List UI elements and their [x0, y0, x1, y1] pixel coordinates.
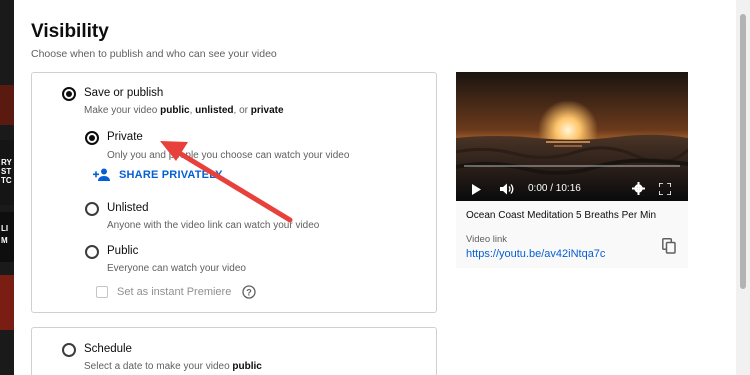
background-thumbnail [0, 275, 14, 330]
video-link-url[interactable]: https://youtu.be/av42iNtqa7c [466, 248, 605, 260]
public-description: Everyone can watch your video [107, 263, 246, 274]
private-label[interactable]: Private [107, 131, 143, 143]
video-time: 0:00 / 10:16 [528, 183, 581, 194]
background-text: LI [1, 224, 9, 233]
settings-gear-icon[interactable] [632, 182, 645, 195]
dialog-subtitle: Choose when to publish and who can see y… [31, 48, 277, 60]
video-player[interactable]: 0:00 / 10:16 [456, 72, 688, 201]
instant-premiere-label[interactable]: Set as instant Premiere [117, 286, 231, 298]
video-preview-panel: 0:00 / 10:16 Ocean Coast Meditation 5 Br… [456, 72, 688, 268]
copy-icon[interactable] [662, 238, 676, 254]
instant-premiere-checkbox[interactable] [96, 286, 108, 298]
video-controls: 0:00 / 10:16 [456, 176, 688, 201]
schedule-radio[interactable] [62, 343, 76, 357]
unlisted-label[interactable]: Unlisted [107, 202, 149, 214]
save-publish-description: Make your video public, unlisted, or pri… [84, 105, 284, 116]
svg-text:?: ? [246, 287, 252, 297]
background-text: M [1, 236, 8, 245]
background-text: RY [1, 158, 12, 167]
background-text: TC [1, 176, 12, 185]
background-page: RY ST TC LI M [0, 0, 14, 375]
private-radio[interactable] [85, 131, 99, 145]
help-icon[interactable]: ? [242, 285, 256, 299]
public-radio[interactable] [85, 245, 99, 259]
unlisted-radio[interactable] [85, 202, 99, 216]
video-progress-bar[interactable] [464, 165, 680, 167]
public-label[interactable]: Public [107, 245, 138, 257]
background-thumbnail [0, 85, 14, 125]
volume-icon[interactable] [500, 183, 515, 195]
unlisted-description: Anyone with the video link can watch you… [107, 220, 320, 231]
private-description: Only you and people you choose can watch… [107, 150, 350, 161]
save-publish-label[interactable]: Save or publish [84, 87, 163, 99]
share-privately-button[interactable]: SHARE PRIVATELY [93, 168, 223, 181]
background-thumbnail: RY ST TC [0, 140, 14, 205]
add-person-icon [93, 168, 110, 181]
scrollbar-thumb[interactable] [740, 14, 746, 289]
background-text: ST [1, 167, 12, 176]
fullscreen-icon[interactable] [659, 183, 671, 195]
video-link-label: Video link [466, 234, 508, 245]
schedule-description: Select a date to make your video public [84, 361, 262, 372]
dialog-title: Visibility [31, 21, 109, 42]
video-title: Ocean Coast Meditation 5 Breaths Per Min [466, 210, 657, 221]
play-icon[interactable] [471, 184, 481, 195]
background-thumbnail: LI M [0, 212, 14, 262]
share-privately-label: SHARE PRIVATELY [119, 168, 223, 181]
schedule-label[interactable]: Schedule [84, 343, 132, 355]
save-publish-radio[interactable] [62, 87, 76, 101]
